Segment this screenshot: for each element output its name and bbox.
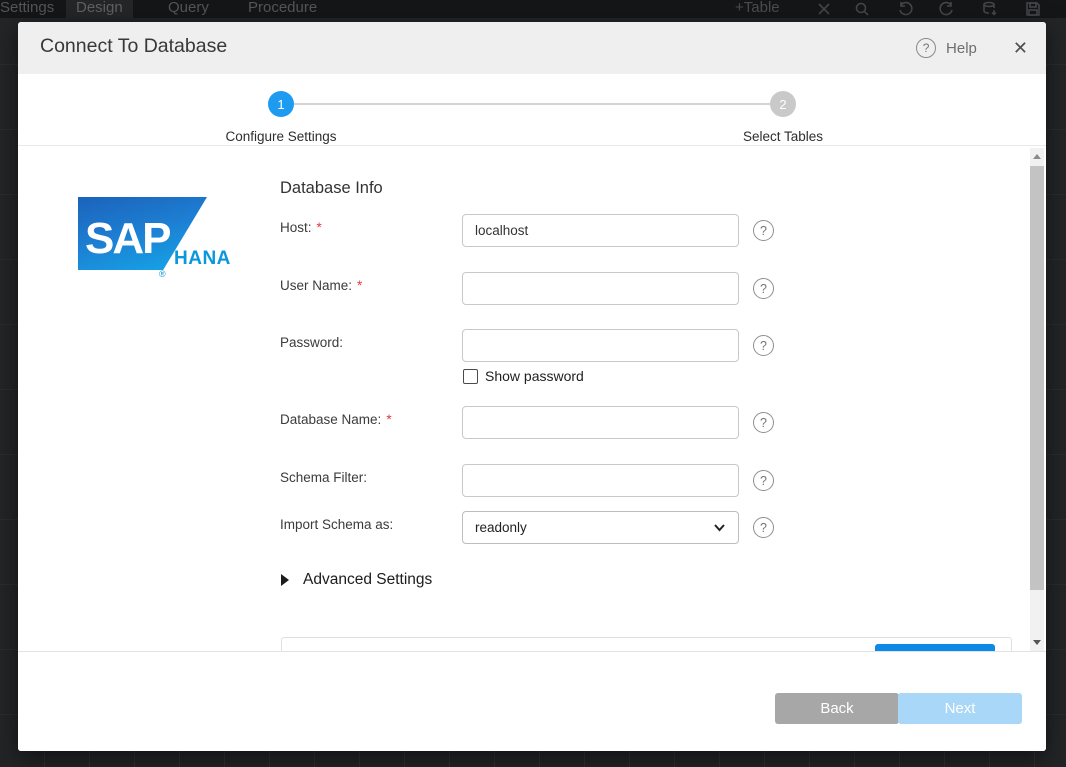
next-button[interactable]: Next xyxy=(898,693,1022,724)
registered-trademark-icon: ® xyxy=(159,269,166,279)
database-name-help-icon[interactable]: ? xyxy=(753,412,774,433)
tab-settings[interactable]: Settings xyxy=(0,0,64,18)
connect-to-database-dialog: Connect To Database ? Help ✕ 1 2 Configu… xyxy=(18,22,1046,751)
scrollbar-thumb[interactable] xyxy=(1030,166,1044,590)
stepper-connector-line xyxy=(294,103,770,105)
database-name-input[interactable] xyxy=(462,406,739,439)
background-table-grid xyxy=(0,751,1066,767)
dialog-footer: Back Next xyxy=(18,651,1046,751)
step-2-label: Select Tables xyxy=(683,129,883,144)
scrollbar[interactable] xyxy=(1030,148,1044,651)
username-input[interactable] xyxy=(462,272,739,305)
import-schema-selected-value: readonly xyxy=(475,520,713,535)
password-input[interactable] xyxy=(462,329,739,362)
step-1-indicator: 1 xyxy=(268,91,294,117)
required-marker: * xyxy=(317,220,322,235)
step-2-indicator: 2 xyxy=(770,91,796,117)
username-help-icon[interactable]: ? xyxy=(753,278,774,299)
chevron-down-icon xyxy=(713,521,726,534)
required-marker: * xyxy=(357,278,362,293)
import-schema-label: Import Schema as: xyxy=(280,517,393,532)
help-link[interactable]: Help xyxy=(946,40,977,57)
hana-logo-text: HANA xyxy=(174,248,231,270)
show-password-row: Show password xyxy=(463,368,584,384)
close-icon[interactable] xyxy=(815,1,833,17)
dialog-body: SAP HANA ® Database Info Host:* ? User N… xyxy=(18,146,1046,651)
tab-query[interactable]: Query xyxy=(158,0,219,18)
tab-procedure[interactable]: Procedure xyxy=(238,0,327,18)
undo-icon[interactable] xyxy=(896,1,914,17)
host-input[interactable] xyxy=(462,214,739,247)
tab-design[interactable]: Design xyxy=(66,0,133,18)
show-password-label: Show password xyxy=(485,368,584,384)
back-button[interactable]: Back xyxy=(775,693,899,724)
host-label: Host:* xyxy=(280,220,322,235)
required-marker: * xyxy=(386,412,391,427)
import-schema-help-icon[interactable]: ? xyxy=(753,517,774,538)
host-help-icon[interactable]: ? xyxy=(753,220,774,241)
dialog-title: Connect To Database xyxy=(40,35,227,58)
schema-filter-help-icon[interactable]: ? xyxy=(753,470,774,491)
dialog-close-icon[interactable]: ✕ xyxy=(1013,39,1028,57)
show-password-checkbox[interactable] xyxy=(463,369,478,384)
scroll-down-arrow-icon[interactable] xyxy=(1033,640,1041,645)
scroll-up-arrow-icon[interactable] xyxy=(1033,154,1041,159)
import-schema-select[interactable]: readonly xyxy=(462,511,739,544)
search-icon[interactable] xyxy=(853,1,871,17)
schema-filter-input[interactable] xyxy=(462,464,739,497)
test-connection-panel: Test the connection to make sure that it… xyxy=(281,637,1012,651)
step-1-label: Configure Settings xyxy=(181,129,381,144)
test-connection-button[interactable]: Test Connection xyxy=(875,644,995,651)
sap-logo-text: SAP xyxy=(85,214,169,264)
save-icon[interactable] xyxy=(1024,1,1042,17)
form-heading: Database Info xyxy=(280,179,383,198)
dialog-header: Connect To Database ? Help ✕ xyxy=(18,22,1046,74)
wizard-stepper: 1 2 Configure Settings Select Tables xyxy=(18,74,1046,146)
password-label: Password: xyxy=(280,335,343,350)
expander-arrow-icon xyxy=(281,574,289,586)
redo-icon[interactable] xyxy=(938,1,956,17)
add-table-button[interactable]: +Table xyxy=(735,0,780,16)
help-icon[interactable]: ? xyxy=(916,38,936,58)
sap-hana-logo: SAP HANA ® xyxy=(78,197,233,281)
password-help-icon[interactable]: ? xyxy=(753,335,774,356)
username-label: User Name:* xyxy=(280,278,362,293)
database-name-label: Database Name:* xyxy=(280,412,392,427)
export-database-icon[interactable] xyxy=(981,1,999,17)
schema-filter-label: Schema Filter: xyxy=(280,470,367,485)
advanced-settings-label: Advanced Settings xyxy=(303,571,432,589)
advanced-settings-toggle[interactable]: Advanced Settings xyxy=(281,571,432,589)
app-topbar: Settings Design Query Procedure +Table xyxy=(0,0,1066,18)
